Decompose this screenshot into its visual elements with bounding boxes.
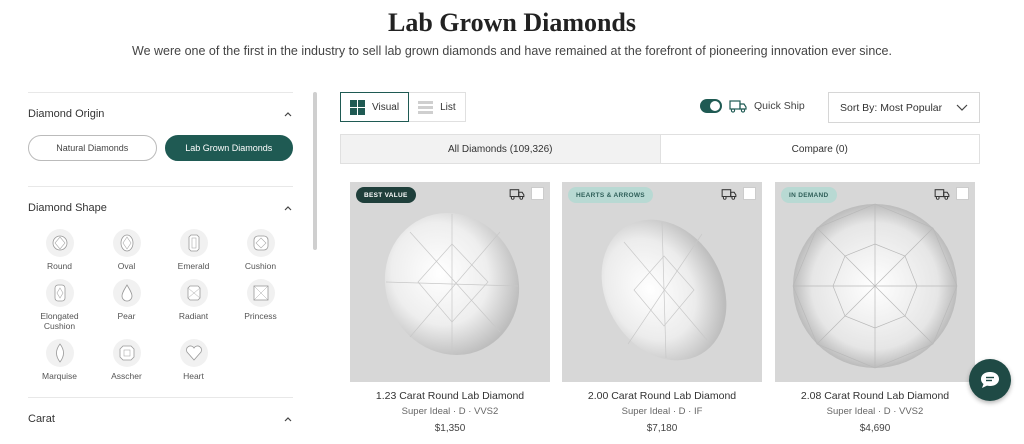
shape-option-emerald[interactable]: Emerald [160, 229, 227, 271]
diamond-photo [601, 219, 727, 361]
product-specs: Super Ideal · D · VVS2 [826, 406, 924, 417]
shape-label: Marquise [42, 371, 77, 381]
origin-options: Natural Diamonds Lab Grown Diamonds [28, 135, 293, 161]
quick-ship-filter: Quick Ship [700, 99, 805, 113]
grid-icon [350, 99, 365, 115]
product-badge: BEST VALUE [356, 187, 416, 203]
shape-option-marquise[interactable]: Marquise [26, 339, 93, 381]
product-card[interactable]: HEARTS & ARROWS 2.00 Carat Round Lab Dia… [562, 182, 762, 434]
card-actions [509, 187, 544, 200]
carat-filter-header[interactable]: Carat [28, 398, 293, 440]
oval-diamond-icon [112, 229, 141, 257]
list-icon [418, 100, 434, 114]
shape-option-princess[interactable]: Princess [227, 279, 294, 331]
shape-option-pear[interactable]: Pear [93, 279, 160, 331]
diamond-photo [384, 213, 520, 355]
shape-label: Radiant [178, 311, 209, 321]
shape-option-radiant[interactable]: Radiant [160, 279, 227, 331]
shape-label: Asscher [111, 371, 142, 381]
sort-label: Sort By: Most Popular [840, 101, 943, 114]
results-tabs: All Diamonds (109,326) Compare (0) [340, 134, 980, 164]
tab-compare[interactable]: Compare (0) [661, 135, 980, 163]
filter-sidebar: Diamond Origin Natural Diamonds Lab Grow… [28, 92, 293, 440]
shape-label: Princess [244, 311, 277, 321]
emerald-diamond-icon [179, 229, 208, 257]
radiant-diamond-icon [179, 279, 208, 307]
shape-label: Heart [183, 371, 204, 381]
chat-icon [981, 372, 999, 388]
compare-checkbox[interactable] [743, 187, 756, 200]
round-diamond-icon [45, 229, 74, 257]
truck-icon [509, 188, 525, 200]
quick-ship-label[interactable]: Quick Ship [754, 100, 805, 112]
sort-dropdown[interactable]: Sort By: Most Popular [828, 92, 980, 123]
page-title: Lab Grown Diamonds [387, 8, 637, 37]
card-actions [721, 187, 756, 200]
origin-filter-header[interactable]: Diamond Origin [28, 93, 293, 135]
product-title[interactable]: 1.23 Carat Round Lab Diamond [350, 390, 550, 402]
product-title[interactable]: 2.08 Carat Round Lab Diamond [775, 390, 975, 402]
list-view-button[interactable]: List [409, 92, 466, 122]
product-specs: Super Ideal · D · IF [621, 406, 703, 417]
diamond-photo [792, 203, 958, 369]
shape-label: Oval [117, 261, 136, 271]
natural-diamonds-button[interactable]: Natural Diamonds [28, 135, 157, 161]
card-actions [934, 187, 969, 200]
product-badge: IN DEMAND [781, 187, 837, 203]
shape-label: Pear [117, 311, 136, 321]
product-specs: Super Ideal · D · VVS2 [401, 406, 499, 417]
shape-label: Round [46, 261, 73, 271]
product-card[interactable]: IN DEMAND 2.08 Carat Round Lab Diamond S… [775, 182, 975, 434]
shape-filter-label: Diamond Shape [28, 202, 107, 214]
shape-option-oval[interactable]: Oval [93, 229, 160, 271]
product-price: $4,690 [859, 423, 891, 434]
shape-option-asscher[interactable]: Asscher [93, 339, 160, 381]
truck-icon [721, 188, 737, 200]
product-price: $7,180 [646, 423, 678, 434]
cushion-diamond-icon [246, 229, 275, 257]
product-title[interactable]: 2.00 Carat Round Lab Diamond [562, 390, 762, 402]
visual-view-button[interactable]: Visual [340, 92, 410, 122]
compare-checkbox[interactable] [956, 187, 969, 200]
chevron-up-icon[interactable] [283, 109, 293, 119]
chevron-down-icon [956, 104, 968, 111]
pear-diamond-icon [112, 279, 141, 307]
compare-checkbox[interactable] [531, 187, 544, 200]
heart-diamond-icon [179, 339, 208, 367]
shape-option-heart[interactable]: Heart [160, 339, 227, 381]
lab-grown-diamonds-button[interactable]: Lab Grown Diamonds [164, 135, 293, 161]
diamond-image[interactable]: BEST VALUE [350, 182, 550, 382]
princess-diamond-icon [246, 279, 275, 307]
product-badge: HEARTS & ARROWS [568, 187, 653, 203]
product-price: $1,350 [434, 423, 466, 434]
shape-option-cushion[interactable]: Cushion [227, 229, 294, 271]
marquise-diamond-icon [45, 339, 74, 367]
chevron-up-icon[interactable] [283, 203, 293, 213]
shape-label: Elongated Cushion [40, 311, 79, 331]
carat-filter-label: Carat [28, 413, 55, 425]
truck-icon [729, 100, 747, 113]
chevron-up-icon[interactable] [283, 414, 293, 424]
list-view-label: List [440, 101, 456, 113]
shape-label: Cushion [244, 261, 277, 271]
origin-filter-label: Diamond Origin [28, 108, 105, 120]
diamond-image[interactable]: HEARTS & ARROWS [562, 182, 762, 382]
asscher-diamond-icon [112, 339, 141, 367]
product-card[interactable]: BEST VALUE 1.23 Carat Round Lab Diamond … [350, 182, 550, 434]
visual-view-label: Visual [372, 101, 400, 113]
diamond-image[interactable]: IN DEMAND [775, 182, 975, 382]
sidebar-scrollbar[interactable] [313, 92, 317, 250]
chat-button[interactable] [969, 359, 1011, 401]
quick-ship-toggle[interactable] [700, 99, 722, 113]
shape-option-round[interactable]: Round [26, 229, 93, 271]
shape-label: Emerald [177, 261, 210, 271]
truck-icon [934, 188, 950, 200]
view-toggle: Visual List [340, 92, 466, 122]
shape-grid: Round Oval Emerald Cushion Elongated Cus… [26, 229, 293, 381]
shape-filter-header[interactable]: Diamond Shape [28, 187, 293, 229]
shape-option-elongated-cushion[interactable]: Elongated Cushion [26, 279, 93, 331]
elongated-cushion-diamond-icon [45, 279, 74, 307]
page-subtitle: We were one of the first in the industry… [132, 44, 892, 58]
tab-all-diamonds[interactable]: All Diamonds (109,326) [341, 135, 661, 163]
